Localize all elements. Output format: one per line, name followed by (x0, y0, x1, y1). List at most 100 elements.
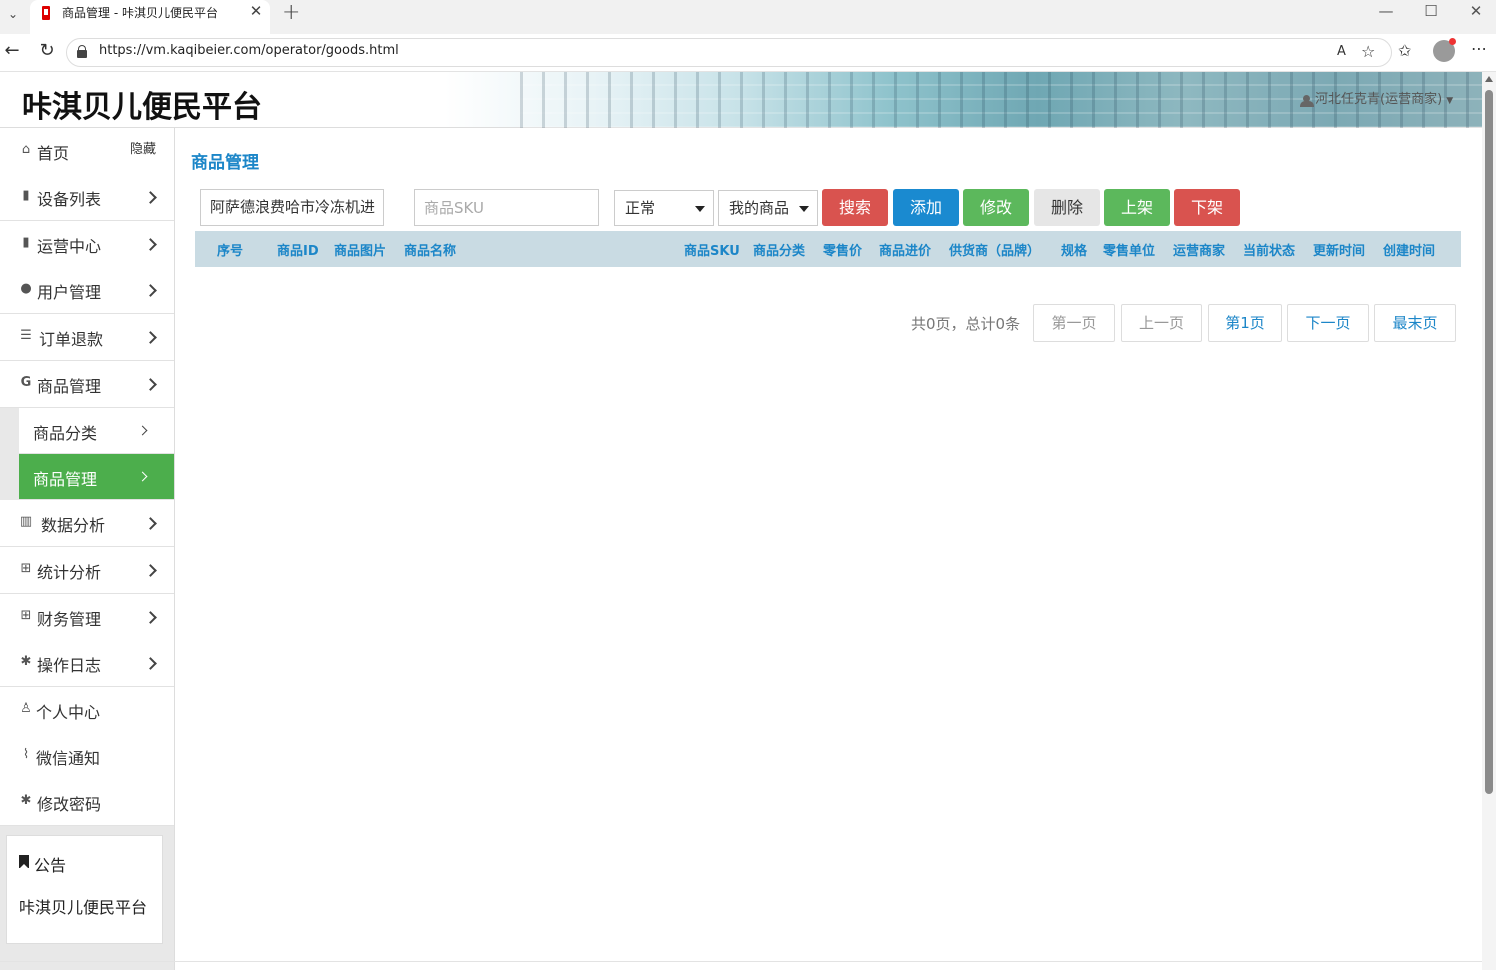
users-icon (1300, 94, 1314, 107)
page-scrollbar[interactable] (1482, 72, 1496, 970)
scope-select-value: 我的商品 (729, 199, 790, 217)
close-icon[interactable]: ✕ (248, 2, 264, 20)
column-header: 商品名称 (404, 244, 457, 259)
sidebar-item-finance[interactable]: ⊞ 财务管理 (0, 594, 174, 641)
new-tab-plus-icon[interactable]: + (282, 0, 300, 25)
search-button[interactable]: 搜索 (822, 189, 888, 226)
notice-title: 公告 (34, 856, 67, 875)
caret-down-icon (799, 206, 809, 212)
status-select-value: 正常 (625, 199, 656, 217)
gear-icon: ✱ (20, 654, 32, 669)
add-button[interactable]: 添加 (893, 189, 959, 226)
lock-icon (77, 45, 87, 58)
read-aloud-icon[interactable]: A (1337, 44, 1346, 59)
delete-button[interactable]: 删除 (1034, 189, 1100, 226)
sidebar-subitem-label: 商品管理 (33, 470, 98, 489)
submenu-indent (0, 408, 19, 500)
bar-chart-icon: ▥ (19, 514, 33, 529)
bookmark-icon (19, 855, 29, 869)
url-text: https://vm.kaqibeier.com/operator/goods.… (99, 43, 399, 58)
device-icon: ▮ (22, 235, 30, 250)
sidebar-item-wechat-notify[interactable]: ⌇ 微信通知 (0, 733, 174, 780)
page-bottom-border (0, 961, 1482, 962)
chevron-right-icon (144, 611, 157, 624)
browser-tab-active[interactable]: 商品管理 - 咔淇贝儿便民平台 ✕ (30, 0, 270, 34)
scroll-up-arrow-icon[interactable] (1485, 76, 1493, 82)
chevron-right-icon (144, 378, 157, 391)
profile-avatar[interactable] (1433, 38, 1456, 62)
sidebar-item-label: 统计分析 (37, 563, 102, 582)
goods-name-input[interactable]: 阿萨德浪费哈市冷冻机进 (200, 189, 384, 226)
last-page-button[interactable]: 最末页 (1374, 304, 1456, 342)
sidebar-hide-link[interactable]: 隐藏 (130, 138, 156, 157)
favorite-star-icon[interactable]: ☆ (1361, 42, 1375, 61)
reload-icon[interactable]: ↻ (36, 40, 58, 61)
first-page-button[interactable]: 第一页 (1033, 304, 1115, 342)
caret-down-icon (695, 206, 705, 212)
back-arrow-icon[interactable]: ← (1, 40, 23, 61)
unshelve-button[interactable]: 下架 (1174, 189, 1240, 226)
chevron-right-icon (144, 331, 157, 344)
sidebar-item-home[interactable]: ⌂ 首页 隐藏 (0, 128, 174, 175)
notice-panel-wrap: 公告 咔淇贝儿便民平台 (0, 826, 174, 970)
sidebar-item-label: 个人中心 (36, 703, 101, 722)
sidebar-item-operation-log[interactable]: ✱ 操作日志 (0, 640, 174, 687)
sidebar-subitem-goods-manage[interactable]: 商品管理 (19, 454, 174, 500)
favorites-list-icon[interactable]: ✩ (1398, 41, 1411, 60)
prev-page-button[interactable]: 上一页 (1121, 304, 1202, 342)
status-select[interactable]: 正常 (614, 190, 714, 226)
sidebar-item-profile[interactable]: ♙ 个人中心 (0, 687, 174, 734)
goods-sku-input[interactable] (414, 189, 599, 226)
sidebar-item-operations[interactable]: ▮ 运营中心 (0, 221, 174, 268)
column-header: 零售价 (823, 244, 863, 259)
sidebar-item-devices[interactable]: ▮ 设备列表 (0, 174, 174, 221)
site-title: 咔淇贝儿便民平台 (22, 90, 262, 125)
more-menu-icon[interactable]: ⋯ (1471, 39, 1487, 58)
pagination-info: 共0页，总计0条 (911, 315, 1021, 333)
sidebar-subitem-label: 商品分类 (33, 424, 98, 443)
sidebar-item-goods[interactable]: G 商品管理 (0, 361, 174, 408)
column-header: 商品分类 (753, 244, 806, 259)
user-menu[interactable]: 河北任克青(运营商家) ▼ (1300, 88, 1453, 107)
sidebar-subitem-goods-category[interactable]: 商品分类 (19, 408, 174, 454)
chevron-right-icon (144, 191, 157, 204)
sidebar-item-label: 数据分析 (41, 516, 106, 535)
chevron-right-icon (144, 657, 157, 670)
device-icon: ▮ (22, 188, 30, 203)
next-page-button[interactable]: 下一页 (1287, 304, 1369, 342)
sidebar-item-label: 首页 (37, 144, 70, 163)
sidebar: ⌂ 首页 隐藏 ▮ 设备列表 ▮ 运营中心 ● 用户管理 ☰ 订单退款 G 商品… (0, 128, 175, 970)
notice-panel: 公告 咔淇贝儿便民平台 (6, 835, 163, 944)
url-input[interactable]: https://vm.kaqibeier.com/operator/goods.… (66, 38, 1392, 67)
sidebar-item-label: 设备列表 (37, 190, 102, 209)
current-page-button[interactable]: 第1页 (1208, 304, 1282, 342)
sidebar-item-change-password[interactable]: ✱ 修改密码 (0, 779, 174, 826)
column-header: 创建时间 (1383, 244, 1436, 259)
column-header: 更新时间 (1313, 244, 1366, 259)
sidebar-item-label: 用户管理 (37, 283, 102, 302)
edit-button[interactable]: 修改 (963, 189, 1029, 226)
sidebar-item-users[interactable]: ● 用户管理 (0, 267, 174, 314)
sidebar-item-label: 商品管理 (37, 377, 102, 396)
shelve-button[interactable]: 上架 (1104, 189, 1170, 226)
user-tie-icon: ♙ (20, 701, 32, 716)
column-header: 当前状态 (1243, 244, 1296, 259)
chevron-right-icon (144, 564, 157, 577)
user-icon: ● (20, 281, 32, 296)
page-title: 商品管理 (191, 153, 259, 173)
window-close-icon[interactable]: ✕ (1466, 2, 1486, 20)
sidebar-item-refunds[interactable]: ☰ 订单退款 (0, 314, 174, 361)
tab-list-chevron-icon[interactable]: ⌄ (4, 5, 22, 23)
column-header: 商品ID (277, 244, 319, 259)
notification-dot (1449, 38, 1456, 45)
maximize-icon[interactable]: ☐ (1421, 2, 1441, 20)
site-favicon-icon (42, 6, 50, 20)
scroll-thumb[interactable] (1485, 90, 1493, 794)
site-header: 咔淇贝儿便民平台 河北任克青(运营商家) ▼ (0, 72, 1482, 128)
chevron-right-icon (144, 517, 157, 530)
sidebar-item-data-analysis[interactable]: ▥ 数据分析 (0, 500, 174, 547)
minimize-icon[interactable]: — (1376, 2, 1396, 20)
chevron-right-icon (144, 238, 157, 251)
sidebar-item-statistics[interactable]: ⊞ 统计分析 (0, 547, 174, 594)
scope-select[interactable]: 我的商品 (718, 190, 818, 226)
